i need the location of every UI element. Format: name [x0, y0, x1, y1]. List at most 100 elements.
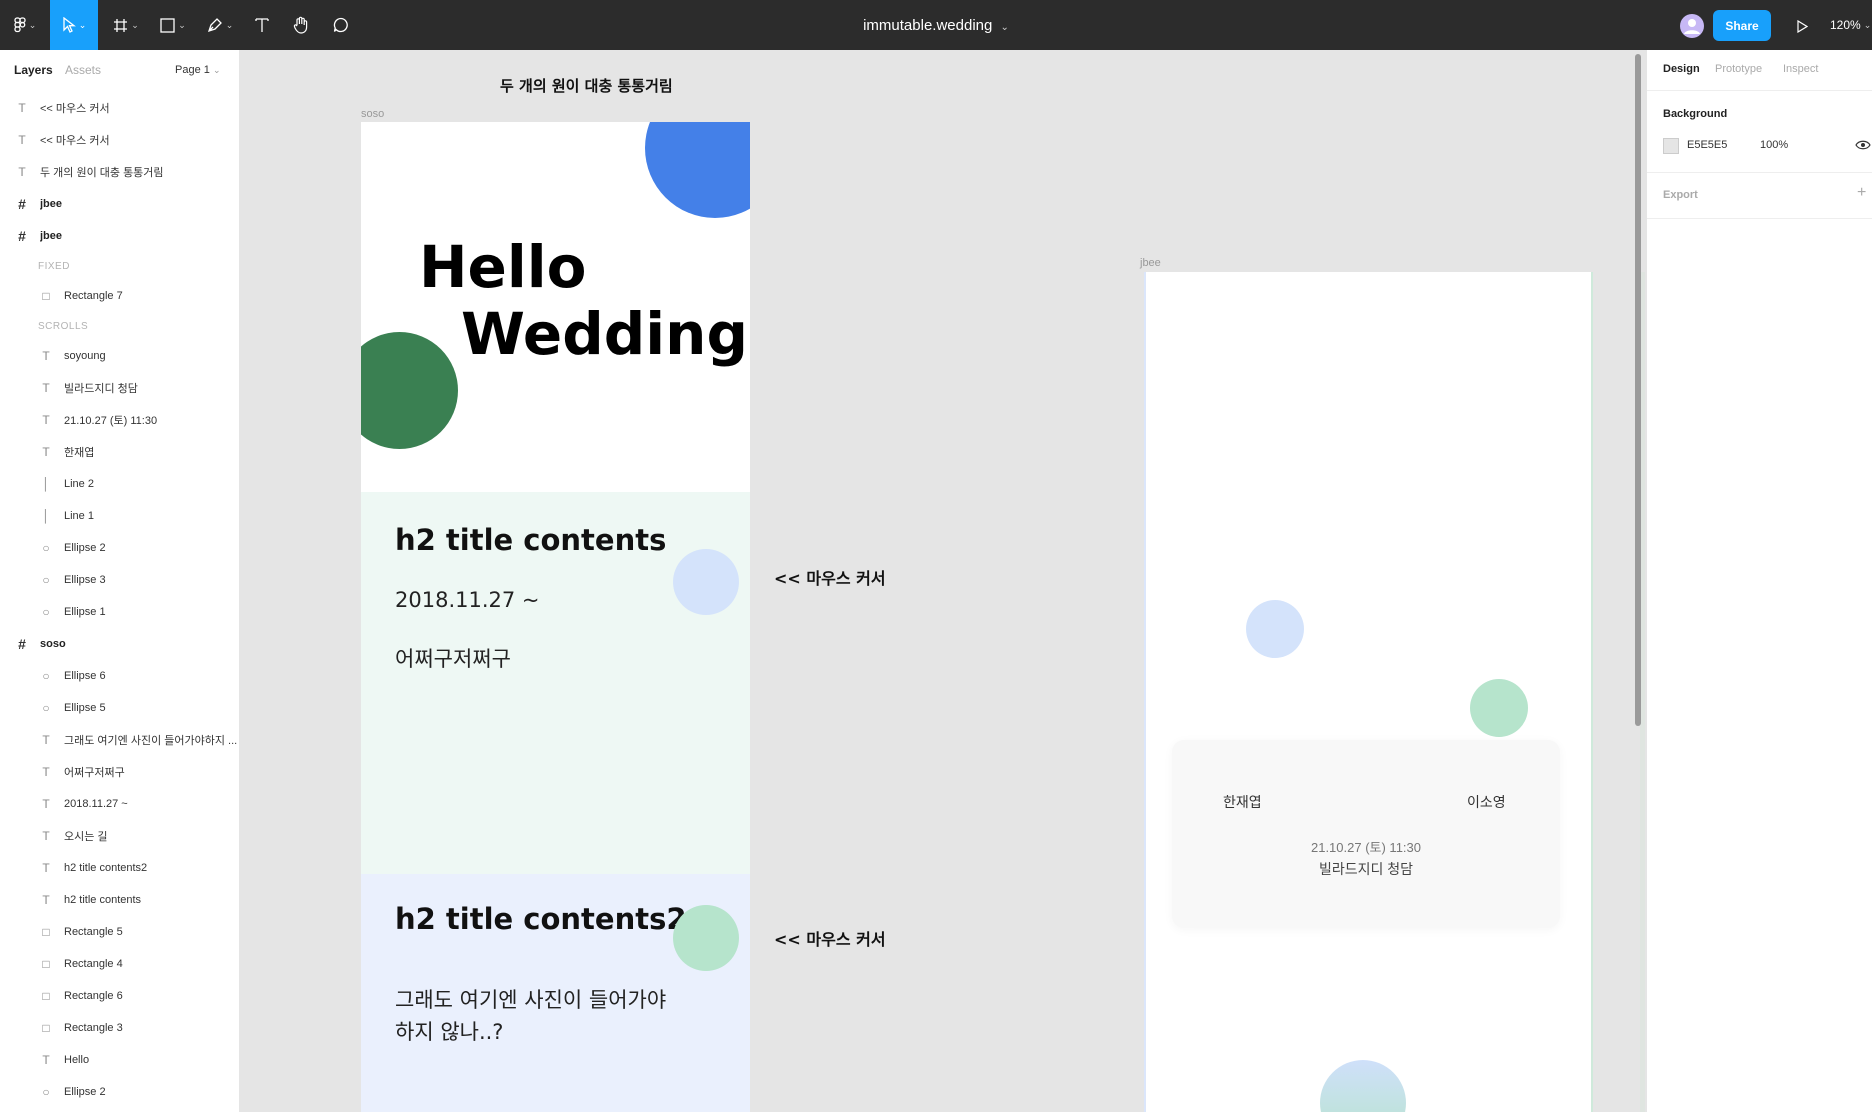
background-color-swatch[interactable] — [1663, 138, 1679, 154]
layer-row[interactable]: │ Line 1 — [0, 500, 239, 532]
chevron-down-icon: ⌄ — [1863, 19, 1872, 30]
bride-name: 이소영 — [1467, 794, 1506, 810]
plus-icon: + — [1857, 184, 1867, 201]
rectangle-tool-button[interactable]: ⌄ — [155, 0, 191, 50]
add-export-button[interactable]: + — [1857, 184, 1866, 202]
chevron-down-icon: ⌄ — [225, 19, 234, 30]
layer-row[interactable]: # soso — [0, 628, 239, 660]
toolbar: ⌄ ⌄ ⌄ ⌄ ⌄ immutable.wedding ⌄ Share 120%… — [0, 0, 1872, 50]
hand-tool-button[interactable] — [288, 0, 314, 50]
hand-tool-icon — [293, 16, 308, 34]
layer-row[interactable]: ○ Ellipse 1 — [0, 596, 239, 628]
avatar[interactable] — [1680, 14, 1704, 38]
layer-row[interactable]: □ Rectangle 4 — [0, 948, 239, 980]
tab-layers[interactable]: Layers — [14, 63, 53, 77]
layer-row[interactable]: # jbee — [0, 220, 239, 252]
tab-design[interactable]: Design — [1663, 63, 1700, 75]
layer-name: Hello — [64, 1054, 90, 1066]
layer-row[interactable]: T 오시는 길 — [0, 820, 239, 852]
line-layer-icon: │ — [42, 509, 50, 523]
canvas[interactable]: 두 개의 원이 대충 통통거림 soso Hello Wedding h2 ti… — [240, 50, 1645, 1112]
layer-row[interactable]: T 빌라드지디 청담 — [0, 372, 239, 404]
layer-name: Line 2 — [64, 478, 94, 490]
chevron-down-icon: ⌄ — [212, 65, 221, 75]
layer-row[interactable]: ○ Ellipse 2 — [0, 1076, 239, 1108]
tab-prototype[interactable]: Prototype — [1715, 63, 1762, 75]
layer-row[interactable]: │ Line 2 — [0, 468, 239, 500]
text-layer-icon: T — [42, 893, 50, 907]
frame-label-jbee[interactable]: jbee — [1140, 257, 1161, 269]
layer-row[interactable]: Th2 title contents — [0, 884, 239, 916]
layer-row[interactable]: T << 마우스 커서 — [0, 92, 239, 124]
pen-tool-icon — [207, 18, 222, 33]
pen-tool-button[interactable]: ⌄ — [202, 0, 238, 50]
comment-tool-button[interactable] — [328, 0, 354, 50]
tab-assets[interactable]: Assets — [65, 63, 101, 77]
rectangle-layer-icon: □ — [42, 1021, 50, 1035]
layer-row[interactable]: □ Rectangle 3 — [0, 1012, 239, 1044]
divider — [1647, 90, 1872, 91]
present-button[interactable] — [1790, 14, 1814, 38]
layer-name: jbee — [40, 198, 63, 210]
frame-jbee[interactable]: 한재엽 이소영 21.10.27 (토) 11:30 빌라드지디 청담 — [1144, 272, 1593, 1112]
text-layer-icon: T — [42, 445, 50, 459]
visibility-toggle[interactable] — [1855, 138, 1871, 156]
document-title[interactable]: immutable.wedding ⌄ — [863, 17, 1009, 34]
layer-row[interactable]: □ Rectangle 5 — [0, 916, 239, 948]
layer-row[interactable]: T << 마우스 커서 — [0, 124, 239, 156]
layer-row[interactable]: T 그래도 여기엔 사진이 들어가야하지 ... — [0, 724, 239, 756]
layer-row[interactable]: ○Ellipse 4 — [0, 1108, 239, 1112]
background-hex-input[interactable]: E5E5E5 — [1687, 139, 1727, 151]
layer-name: 21.10.27 (토) 11:30 — [64, 415, 158, 427]
layer-row[interactable]: T 한재엽 — [0, 436, 239, 468]
rectangle-layer-icon: □ — [42, 989, 50, 1003]
frame-soso[interactable]: Hello Wedding h2 title contents 2018.11.… — [361, 122, 750, 1112]
move-tool-button[interactable]: ⌄ — [50, 0, 98, 50]
layer-name: Rectangle 5 — [64, 926, 123, 938]
layer-row[interactable]: ○ Ellipse 2 — [0, 532, 239, 564]
layer-row[interactable]: T Hello — [0, 1044, 239, 1076]
text-layer-icon: T — [42, 349, 50, 363]
layer-name: 그래도 여기엔 사진이 들어가야하지 ... — [64, 735, 238, 747]
layer-name: << 마우스 커서 — [40, 135, 110, 147]
layer-name: Rectangle 7 — [64, 290, 123, 302]
info-card: 한재엽 이소영 21.10.27 (토) 11:30 빌라드지디 청담 — [1172, 740, 1560, 928]
canvas-scrollbar[interactable] — [1635, 54, 1641, 726]
main-menu-button[interactable]: ⌄ — [8, 0, 42, 50]
layer-row[interactable]: ○ Ellipse 6 — [0, 660, 239, 692]
layer-name: Rectangle 4 — [64, 958, 123, 970]
layer-row[interactable]: T 어쩌구저쩌구 — [0, 756, 239, 788]
background-opacity-input[interactable]: 100% — [1760, 139, 1788, 151]
text-layer-icon: T — [42, 765, 50, 779]
layer-name: << 마우스 커서 — [40, 103, 110, 115]
layer-row[interactable]: T 21.10.27 (토) 11:30 — [0, 404, 239, 436]
layer-row[interactable]: □ Rectangle 6 — [0, 980, 239, 1012]
tab-inspect[interactable]: Inspect — [1783, 63, 1818, 75]
text-layer-icon: T — [42, 733, 50, 747]
chevron-down-icon: ⌄ — [178, 19, 186, 30]
document-title-text: immutable.wedding — [863, 16, 993, 34]
zoom-dropdown[interactable]: 120% ⌄ — [1830, 0, 1871, 50]
play-icon — [1797, 19, 1808, 33]
eye-icon — [1855, 140, 1871, 150]
layer-row[interactable]: T 2018.11.27 ~ — [0, 788, 239, 820]
frame-label-soso[interactable]: soso — [361, 108, 384, 120]
layer-row[interactable]: ○ Ellipse 3 — [0, 564, 239, 596]
date-text: 2018.11.27 ~ — [395, 588, 540, 612]
frame-tool-button[interactable]: ⌄ — [108, 0, 144, 50]
layer-name: 어쩌구저쩌구 — [64, 767, 125, 779]
layer-row[interactable]: Tsoyoung — [0, 340, 239, 372]
text-tool-button[interactable] — [250, 0, 274, 50]
cursor-note-1: << 마우스 커서 — [774, 569, 886, 588]
layer-row[interactable]: ○ Ellipse 5 — [0, 692, 239, 724]
layer-row[interactable]: # jbee — [0, 188, 239, 220]
groom-name: 한재엽 — [1223, 794, 1262, 810]
share-button[interactable]: Share — [1713, 10, 1771, 41]
text-layer-icon: T — [42, 861, 50, 875]
layer-row[interactable]: T 두 개의 원이 대충 통통거림 — [0, 156, 239, 188]
light-blue-circle — [1246, 600, 1304, 658]
page-selector[interactable]: Page 1 ⌄ — [175, 64, 220, 76]
divider — [1647, 218, 1872, 219]
layer-row[interactable]: Th2 title contents2 — [0, 852, 239, 884]
layer-row[interactable]: □ Rectangle 7 — [0, 280, 239, 312]
